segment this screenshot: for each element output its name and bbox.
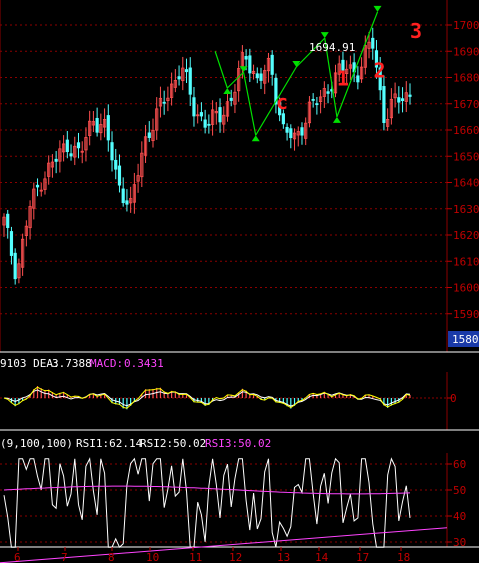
candle-body [106, 115, 110, 141]
candle-body [177, 76, 181, 80]
macd-panel: 9103 DEA: 3.7388 MACD: 0.3431 0 [0, 357, 479, 431]
candle-body [203, 119, 207, 128]
candle-body [184, 69, 189, 73]
wave-label: c [276, 90, 288, 114]
price-tick-label: 1610 [453, 255, 479, 268]
candle-body [229, 97, 233, 101]
x-tick-label: 7 [61, 551, 68, 563]
price-tick-label: 1600 [453, 282, 479, 295]
candle-body [311, 99, 315, 101]
price-tick-label: 1640 [453, 177, 479, 190]
macd-label: MACD: [90, 357, 123, 370]
x-tick-label: 6 [14, 551, 21, 563]
macd-dea-value: 3.7388 [52, 357, 92, 370]
x-axis: 6 7 8 10 11 12 13 14 17 18 [14, 547, 410, 563]
rsi-tick-label: 30 [453, 536, 466, 549]
candle-body [218, 107, 222, 123]
candle-body [162, 101, 166, 104]
wave-label: 1 [337, 66, 349, 90]
candle-body [248, 55, 252, 74]
candle-body [13, 252, 17, 280]
x-tick-label: 17 [356, 551, 369, 563]
rsi-panel: (9,100,100) RSI1:62.14 RSI2:50.02 RSI3:5… [0, 437, 479, 563]
wave-arrowhead [320, 32, 329, 39]
candle-body [9, 231, 14, 256]
wave-label: 2 [373, 59, 385, 83]
candle-body [289, 128, 293, 139]
x-tick-label: 10 [146, 551, 159, 563]
candle-body [147, 132, 151, 138]
candle-body [6, 213, 10, 228]
rsi1-line [3, 457, 411, 549]
price-tick-label: 1680 [453, 72, 479, 85]
x-tick-label: 18 [397, 551, 410, 563]
candle-body [382, 86, 386, 123]
candle-body [371, 37, 375, 49]
candle-body [244, 56, 248, 60]
candle-body [207, 123, 211, 126]
candle-body [400, 98, 405, 102]
wave-label: 3 [410, 19, 422, 43]
candle-body [35, 184, 40, 188]
macd-header-prefix: 9103 DEA: [0, 357, 60, 370]
x-tick-label: 12 [229, 551, 242, 563]
candle-body [95, 117, 99, 133]
price-tick-label: 1670 [453, 98, 479, 111]
high-annotation: 1694.91 [309, 41, 355, 54]
rsi1-value: RSI1:62.14 [76, 437, 143, 450]
candle-body [125, 200, 129, 205]
price-tick-label: 1660 [453, 124, 479, 137]
candle-body [356, 75, 360, 83]
candle-body [255, 73, 259, 79]
x-tick-label: 14 [315, 551, 329, 563]
price-tick-label: 1620 [453, 229, 479, 242]
candle-body [110, 142, 114, 161]
x-tick-label: 11 [189, 551, 202, 563]
rsi-tick-label: 60 [453, 458, 466, 471]
wave-arrowhead [373, 5, 382, 12]
rsi2-value: RSI2:50.02 [140, 437, 206, 450]
wave-arrowhead [251, 135, 260, 142]
candle-body [114, 159, 118, 170]
x-tick-label: 8 [108, 551, 115, 563]
current-price-label: 1580 [452, 333, 479, 346]
candle-body [192, 97, 196, 117]
macd-zero-label: 0 [450, 392, 457, 405]
wave-arrowhead [332, 116, 341, 123]
candle-body [188, 67, 192, 95]
wave-segment [214, 51, 228, 89]
wave-arrowhead [223, 88, 232, 94]
candle-body [315, 103, 319, 106]
x-tick-label: 13 [277, 551, 290, 563]
candle-body [285, 126, 289, 133]
candle-body [326, 91, 330, 94]
rsi3-value: RSI3:50.02 [205, 437, 271, 450]
candle-body [117, 165, 122, 186]
candle-body [54, 158, 58, 162]
candle-body [65, 139, 69, 153]
rsi-header-params: (9,100,100) [0, 437, 73, 450]
candle-body [397, 97, 401, 103]
candle-body [259, 73, 263, 81]
candle-body [408, 94, 412, 97]
candle-body [281, 113, 285, 125]
price-tick-label: 1690 [453, 45, 479, 58]
price-tick-label: 1650 [453, 150, 479, 163]
candle-body [199, 112, 204, 117]
price-panel: c 1 2 3 1700 1690 1680 1670 1660 1650 1640 1630 162… [0, 0, 479, 353]
candle-body [270, 54, 274, 75]
candle-body [300, 127, 304, 136]
candle-body [121, 188, 125, 204]
candle-body [76, 142, 81, 149]
candle-body [69, 153, 73, 157]
stock-chart: c1 23 17001690168016701660165016401630162… [0, 0, 479, 563]
price-tick-label: 1700 [453, 19, 479, 32]
rsi-tick-label: 50 [453, 484, 466, 497]
macd-value: 0.3431 [124, 357, 164, 370]
price-tick-label: 1630 [453, 203, 479, 216]
price-tick-label: 1590 [453, 308, 479, 321]
rsi-tick-label: 40 [453, 510, 466, 523]
